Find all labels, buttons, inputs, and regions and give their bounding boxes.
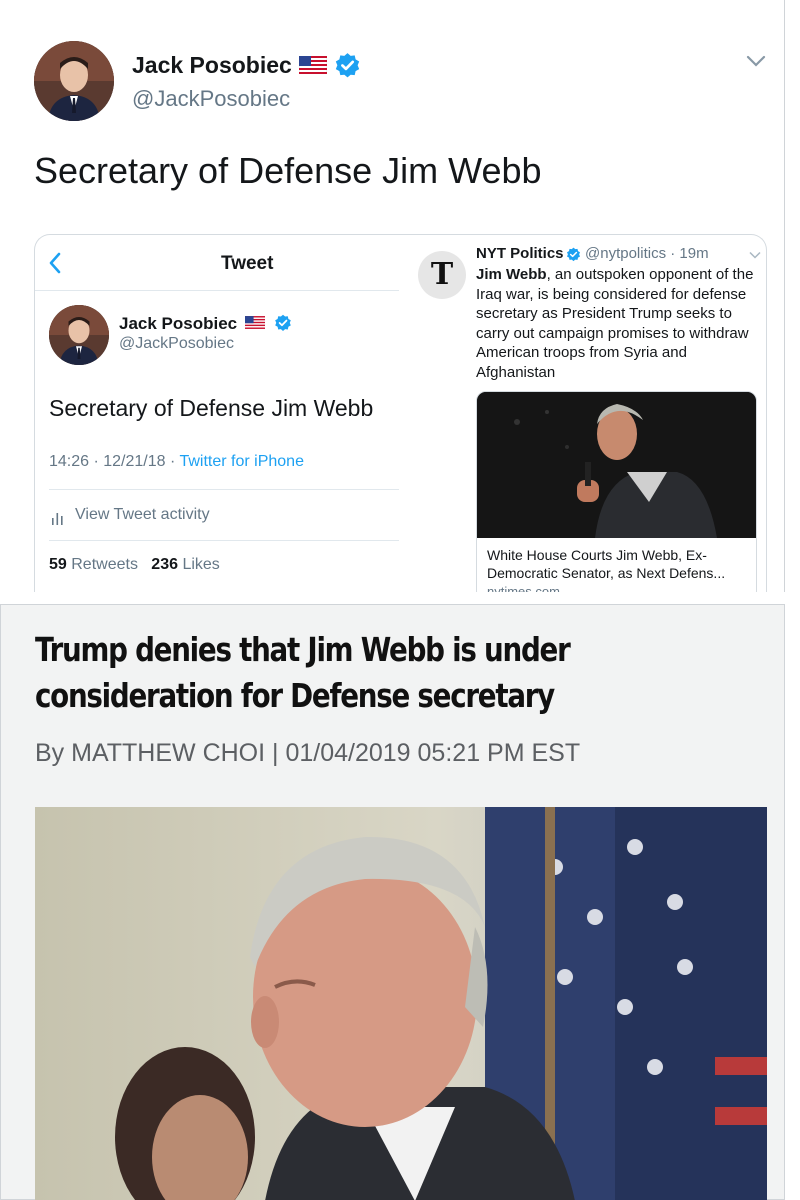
- link-preview-image: [477, 392, 756, 538]
- article-byline: By MATTHEW CHOI | 01/04/2019 05:21 PM ES…: [35, 739, 581, 767]
- link-preview-card[interactable]: White House Courts Jim Webb, Ex-Democrat…: [476, 391, 757, 592]
- divider: [49, 540, 399, 541]
- article-photo-image: [35, 807, 767, 1200]
- nyt-tweet[interactable]: T NYT Politics @nytpolitics · 19m Jim We…: [413, 235, 766, 592]
- embedded-screenshot: Tweet Jack Posobiec @JackPosobiec Secret…: [34, 234, 767, 592]
- handle-and-time[interactable]: @nytpolitics · 19m: [585, 245, 709, 262]
- headline-line-1: Trump denies that Jim Webb is under: [35, 630, 571, 669]
- avatar-image: [34, 41, 114, 121]
- display-name[interactable]: NYT Politics: [476, 245, 564, 262]
- us-flag-icon: [299, 56, 327, 74]
- verified-badge-icon: [275, 314, 291, 331]
- tweet-text: Secretary of Defense Jim Webb: [49, 395, 374, 421]
- article-screenshot: Trump denies that Jim Webb is under cons…: [0, 604, 785, 1200]
- activity-chart-icon: [52, 513, 63, 525]
- handle[interactable]: @JackPosobiec: [119, 335, 234, 353]
- divider: [49, 489, 399, 490]
- nyt-logo-icon[interactable]: T: [418, 251, 466, 299]
- back-arrow-icon[interactable]: [47, 251, 63, 275]
- avatar[interactable]: [49, 305, 109, 365]
- view-tweet-activity-link[interactable]: View Tweet activity: [75, 506, 210, 524]
- chevron-down-icon[interactable]: [744, 52, 768, 70]
- verified-badge-icon: [335, 53, 360, 78]
- handle[interactable]: @JackPosobiec: [132, 86, 290, 112]
- retweets-count: 59: [49, 556, 67, 573]
- source-link[interactable]: Twitter for iPhone: [179, 453, 304, 470]
- tweet-text: Secretary of Defense Jim Webb: [34, 150, 542, 191]
- likes-count: 236: [151, 556, 178, 573]
- tweet-text-bold: Jim Webb: [476, 266, 547, 283]
- header-divider: [35, 290, 399, 291]
- time-date: 14:26 · 12/21/18 ·: [49, 453, 180, 470]
- likes-label[interactable]: Likes: [182, 556, 219, 573]
- tweet-text-rest: , an outspoken opponent of the Iraq war,…: [476, 266, 754, 381]
- avatar-image: [49, 305, 109, 365]
- article-headline[interactable]: Trump denies that Jim Webb is under cons…: [35, 627, 640, 719]
- link-title[interactable]: White House Courts Jim Webb, Ex-Democrat…: [487, 546, 749, 582]
- chevron-down-icon[interactable]: [749, 251, 761, 259]
- retweets-label[interactable]: Retweets: [71, 556, 138, 573]
- link-domain: nytimes.com: [487, 584, 560, 592]
- header-title: Tweet: [221, 253, 274, 274]
- article-photo: [35, 807, 767, 1200]
- tweet-text: Jim Webb, an outspoken opponent of the I…: [476, 265, 764, 382]
- display-name[interactable]: Jack Posobiec: [132, 52, 292, 79]
- display-name[interactable]: Jack Posobiec: [119, 314, 237, 334]
- us-flag-icon: [245, 316, 265, 329]
- avatar[interactable]: [34, 41, 114, 121]
- tweet-screenshot: Jack Posobiec @JackPosobiec Secretary of…: [0, 0, 785, 592]
- engagement-stats: 59 Retweets 236 Likes: [49, 556, 220, 574]
- headline-line-2: consideration for Defense secretary: [35, 676, 555, 715]
- tweet-timestamp: 14:26 · 12/21/18 · Twitter for iPhone: [49, 453, 304, 471]
- verified-badge-icon: [567, 247, 580, 262]
